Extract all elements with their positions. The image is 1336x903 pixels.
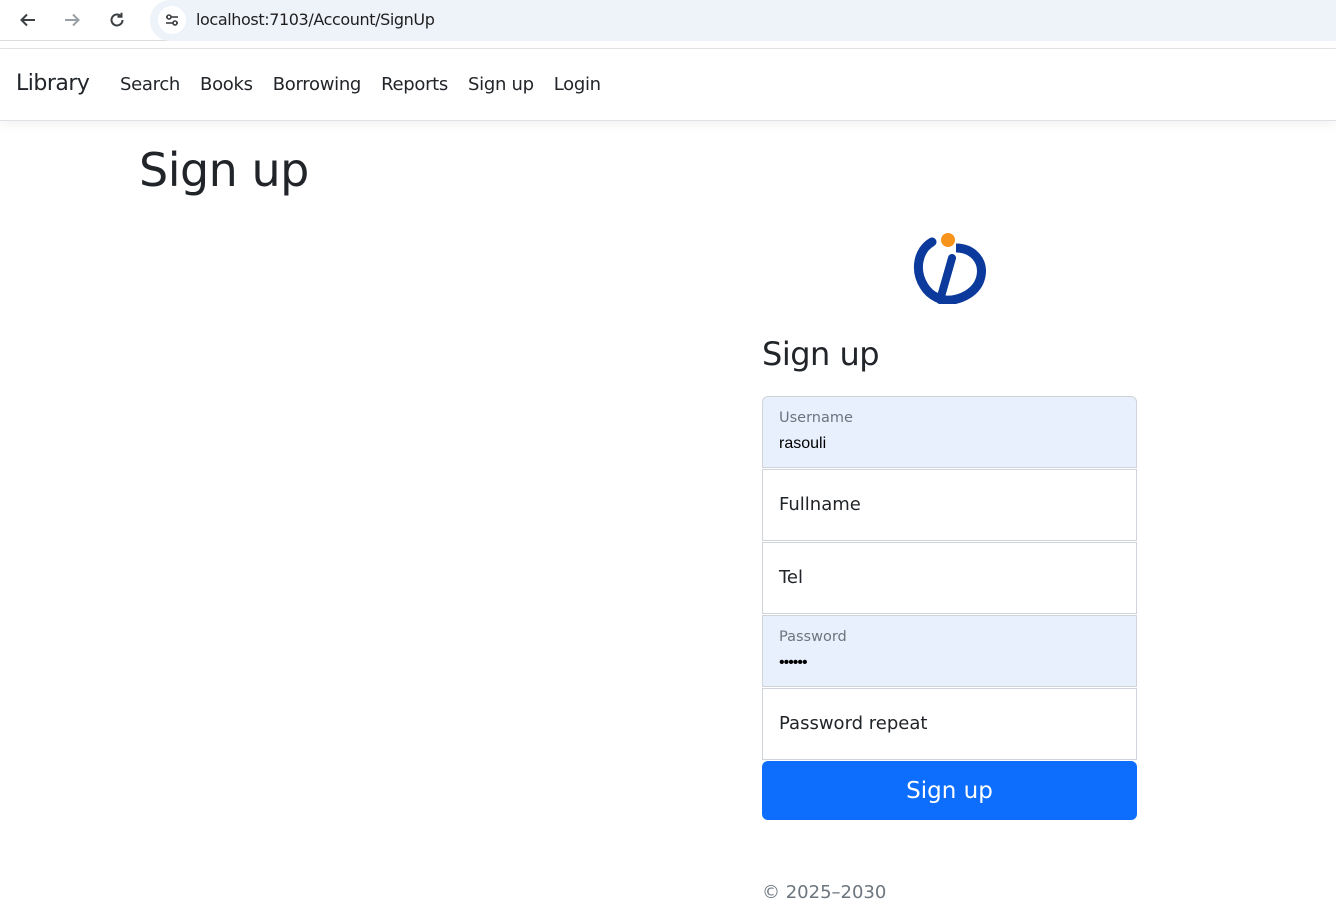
tel-field[interactable]: Tel — [762, 542, 1137, 614]
library-logo-icon — [913, 233, 986, 304]
nav-link-login[interactable]: Login — [554, 74, 601, 95]
arrow-left-icon — [20, 13, 35, 27]
address-bar[interactable]: localhost:7103/Account/SignUp — [150, 0, 1336, 41]
nav-link-borrowing[interactable]: Borrowing — [273, 74, 362, 95]
fullname-label: Fullname — [779, 494, 861, 515]
form-title: Sign up — [762, 335, 880, 373]
password-value[interactable]: •••••• — [779, 654, 808, 672]
nav-link-books[interactable]: Books — [200, 74, 253, 95]
password-label: Password — [779, 629, 847, 645]
page-title: Sign up — [139, 143, 309, 197]
nav-link-search[interactable]: Search — [120, 74, 180, 95]
reload-icon — [110, 12, 124, 27]
password-repeat-label: Password repeat — [779, 713, 928, 734]
tel-label: Tel — [779, 567, 804, 588]
nav-link-reports[interactable]: Reports — [381, 74, 448, 95]
nav-link-signup[interactable]: Sign up — [468, 74, 534, 95]
tune-icon — [166, 14, 178, 26]
brand-link[interactable]: Library — [16, 71, 90, 96]
site-info-button[interactable] — [158, 6, 186, 34]
forward-button[interactable] — [58, 6, 86, 34]
back-button[interactable] — [14, 6, 42, 34]
signup-form: Username rasouli Fullname Tel Password •… — [762, 396, 1137, 820]
password-repeat-field[interactable]: Password repeat — [762, 688, 1137, 760]
username-field[interactable]: Username rasouli — [762, 396, 1137, 468]
browser-toolbar: localhost:7103/Account/SignUp — [0, 0, 1336, 41]
arrow-right-icon — [65, 13, 80, 27]
fullname-field[interactable]: Fullname — [762, 469, 1137, 541]
app-navbar: Library Search Books Borrowing Reports S… — [0, 49, 1336, 121]
username-label: Username — [779, 410, 853, 426]
signup-button[interactable]: Sign up — [762, 761, 1137, 820]
username-value[interactable]: rasouli — [779, 435, 826, 453]
footer-copyright: © 2025–2030 — [762, 882, 887, 903]
nav-links: Search Books Borrowing Reports Sign up L… — [120, 74, 621, 95]
url-text[interactable]: localhost:7103/Account/SignUp — [196, 10, 435, 29]
password-field[interactable]: Password •••••• — [762, 615, 1137, 687]
reload-button[interactable] — [103, 6, 131, 34]
